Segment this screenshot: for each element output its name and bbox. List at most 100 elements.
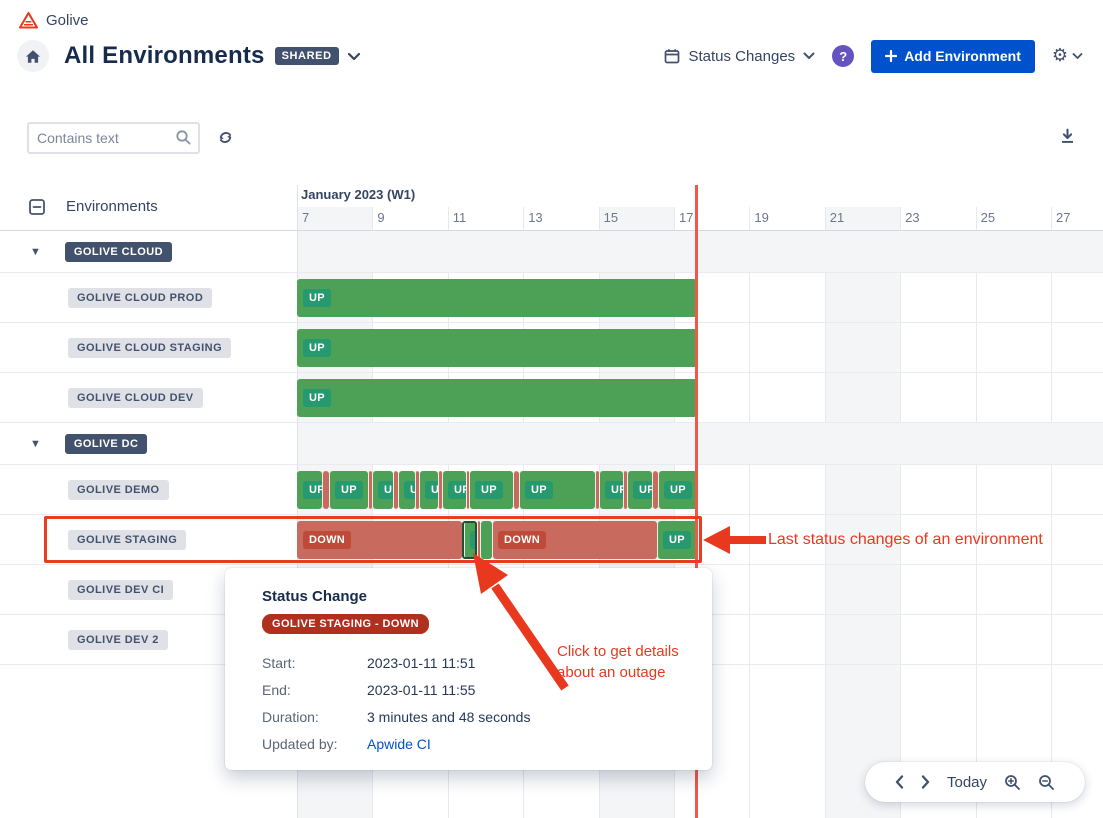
refresh-button[interactable] — [217, 129, 234, 146]
status-segment-up[interactable]: UP — [372, 471, 393, 509]
app-logo-text: Golive — [46, 12, 89, 29]
zoom-out-button[interactable] — [1038, 774, 1055, 791]
date-label: 9 — [377, 210, 384, 225]
help-button[interactable]: ? — [832, 45, 854, 67]
updated-by-link[interactable]: Apwide CI — [367, 736, 431, 752]
row-label: GOLIVE CLOUD STAGING — [0, 323, 297, 372]
group-badge[interactable]: GOLIVE CLOUD — [65, 242, 172, 262]
status-segment-up[interactable]: UP — [627, 471, 652, 509]
tooltip-value: 2023-01-11 11:51 — [367, 655, 475, 671]
group-row-shade — [298, 423, 1103, 464]
prev-period-button[interactable] — [895, 775, 904, 789]
environment-row: UPUPUPUPUPUPUPUPUPUPUPGOLIVE DEMO — [0, 465, 1103, 515]
search-icon — [175, 129, 192, 146]
status-chip: UP — [448, 481, 466, 499]
status-chip: UP — [664, 481, 692, 499]
date-label: 19 — [754, 210, 768, 225]
status-segment-up[interactable]: UP — [297, 279, 697, 317]
download-icon — [1059, 128, 1076, 145]
collapse-triangle-icon[interactable]: ▼ — [30, 246, 41, 258]
collapse-minus-icon — [29, 199, 45, 215]
tooltip-value: 2023-01-11 11:55 — [367, 682, 475, 698]
status-chip: DOWN — [303, 531, 351, 549]
add-environment-button[interactable]: Add Environment — [871, 40, 1035, 73]
status-segment-up[interactable]: UP — [658, 471, 697, 509]
environment-badge[interactable]: GOLIVE STAGING — [68, 530, 186, 550]
status-segment-up[interactable]: UP — [519, 471, 595, 509]
status-segment-up[interactable]: UP — [329, 471, 368, 509]
status-chip: UP — [404, 481, 415, 499]
group-row-shade — [298, 231, 1103, 272]
status-segment-up[interactable]: UP — [442, 471, 466, 509]
status-segment-down[interactable]: DOWN — [297, 521, 462, 559]
zoom-in-icon — [1004, 774, 1021, 791]
status-chip: UP — [633, 481, 652, 499]
group-badge[interactable]: GOLIVE DC — [65, 434, 148, 454]
today-button[interactable]: Today — [947, 774, 987, 791]
status-segment-down[interactable] — [322, 471, 329, 509]
environment-badge[interactable]: GOLIVE DEV CI — [68, 580, 173, 600]
tooltip-label: Updated by: — [262, 736, 367, 752]
golive-triangle-logo-icon — [18, 11, 39, 30]
status-segment-up[interactable]: UP — [297, 329, 697, 367]
collapse-all-button[interactable] — [29, 199, 45, 215]
view-menu-chevron-down-icon[interactable] — [347, 52, 361, 61]
status-segment-up[interactable]: UP — [419, 471, 438, 509]
status-segment-up[interactable]: UP — [462, 521, 477, 559]
status-chip: UP — [470, 531, 477, 549]
row-label: GOLIVE DEMO — [0, 465, 297, 514]
status-chip: UP — [303, 289, 331, 307]
date-label: 25 — [981, 210, 995, 225]
status-bars: UP — [297, 329, 697, 367]
environment-badge[interactable]: GOLIVE DEV 2 — [68, 630, 168, 650]
zoom-in-button[interactable] — [1004, 774, 1021, 791]
tooltip-label: Start: — [262, 655, 367, 671]
row-label: GOLIVE STAGING — [0, 515, 297, 564]
date-label: 13 — [528, 210, 542, 225]
status-segment-up[interactable] — [480, 521, 492, 559]
calendar-icon — [664, 48, 680, 64]
status-segment-up[interactable]: UP — [297, 379, 697, 417]
status-chip: UP — [303, 389, 331, 407]
group-row: ▼ GOLIVE DC — [0, 423, 1103, 465]
page-title: All Environments — [64, 42, 265, 70]
status-segment-up[interactable]: UP — [297, 471, 322, 509]
status-segment-up[interactable]: UP — [599, 471, 623, 509]
annotation-last-status-changes: Last status changes of an environment — [768, 531, 1043, 549]
status-changes-selector[interactable]: Status Changes — [664, 48, 815, 65]
plus-icon — [885, 50, 897, 62]
refresh-icon — [217, 129, 234, 146]
status-segment-up[interactable]: UP — [398, 471, 415, 509]
status-segment-up[interactable]: UP — [469, 471, 513, 509]
status-chip: UP — [605, 481, 623, 499]
environment-badge[interactable]: GOLIVE CLOUD PROD — [68, 288, 212, 308]
status-segment-down[interactable]: DOWN — [492, 521, 657, 559]
gear-icon: ⚙ — [1052, 47, 1068, 65]
date-label: 21 — [830, 210, 844, 225]
status-chip: UP — [525, 481, 553, 499]
environment-row: UP GOLIVE CLOUD STAGING — [0, 323, 1103, 373]
home-button[interactable] — [17, 40, 49, 72]
date-label: 17 — [679, 210, 693, 225]
tooltip-label: End: — [262, 682, 367, 698]
question-mark-icon: ? — [839, 49, 847, 64]
status-chip: UP — [475, 481, 503, 499]
tooltip-status-badge: GOLIVE STAGING - DOWN — [262, 614, 429, 634]
collapse-triangle-icon[interactable]: ▼ — [30, 438, 41, 450]
environment-badge[interactable]: GOLIVE CLOUD STAGING — [68, 338, 231, 358]
group-row: ▼ GOLIVE CLOUD — [0, 231, 1103, 273]
tooltip-label: Duration: — [262, 709, 367, 725]
home-icon — [25, 49, 41, 64]
status-segment-up[interactable]: UP — [657, 521, 697, 559]
next-period-button[interactable] — [921, 775, 930, 789]
status-chip: UP — [663, 531, 691, 549]
export-button[interactable] — [1059, 128, 1076, 145]
environment-badge[interactable]: GOLIVE CLOUD DEV — [68, 388, 203, 408]
environment-badge[interactable]: GOLIVE DEMO — [68, 480, 169, 500]
shared-badge: SHARED — [275, 47, 339, 65]
timeline-nav-toolbar: Today — [865, 762, 1085, 802]
settings-menu[interactable]: ⚙ — [1052, 47, 1083, 65]
status-bars: UPUPUPUPUPUPUPUPUPUPUP — [297, 471, 697, 509]
chevron-down-icon — [1072, 53, 1083, 60]
status-bars: UP — [297, 379, 697, 417]
